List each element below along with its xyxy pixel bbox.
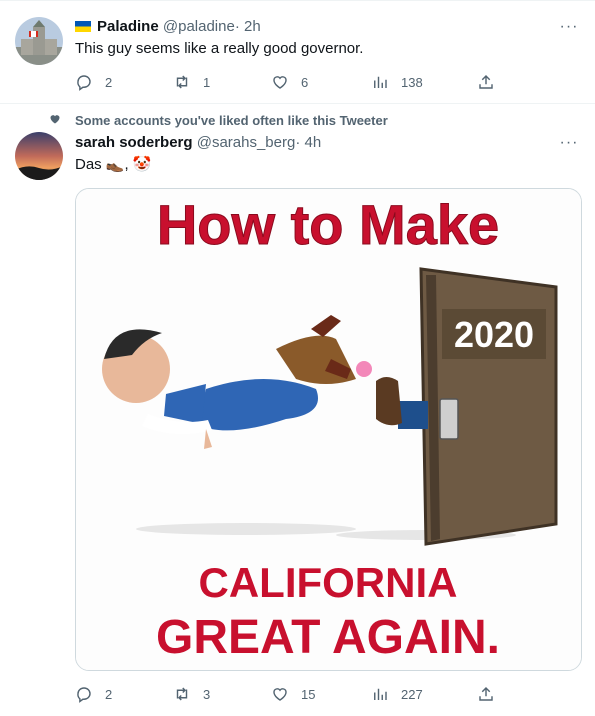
more-options-icon[interactable]: ···	[559, 133, 579, 153]
ukraine-flag-icon	[75, 21, 91, 32]
share-icon[interactable]	[477, 73, 495, 91]
avatar[interactable]	[15, 17, 63, 65]
reply-icon	[77, 75, 91, 91]
tweet-header: Paladine @paladine· 2h	[75, 17, 261, 37]
display-name[interactable]: Paladine	[97, 18, 159, 35]
like-count: 15	[301, 686, 316, 702]
reply-count: 2	[105, 74, 113, 90]
share-icon[interactable]	[477, 685, 495, 703]
view-count: 227	[401, 686, 423, 702]
like-button[interactable]: 15	[271, 682, 315, 706]
retweet-button[interactable]: 3	[173, 682, 210, 706]
avatar[interactable]	[15, 132, 63, 180]
meme-footer-line2: GREAT AGAIN.	[156, 611, 500, 664]
retweet-button[interactable]: 1	[173, 70, 210, 94]
view-count: 138	[401, 74, 423, 90]
views-button[interactable]: 138	[371, 70, 423, 94]
like-button[interactable]: 6	[271, 70, 308, 94]
retweet-count: 1	[203, 74, 211, 90]
reply-button[interactable]: 2	[75, 70, 112, 94]
reply-icon	[77, 687, 91, 703]
heart-icon	[273, 76, 287, 89]
handle[interactable]: @sarahs_berg	[197, 134, 296, 151]
retweet-icon	[176, 75, 188, 89]
tweet-image[interactable]: How to Make 2020 CALIFORNIA GREAT AGAIN.	[75, 188, 582, 671]
timestamp[interactable]: 2h	[244, 18, 261, 35]
reply-button[interactable]: 2	[75, 682, 112, 706]
more-options-icon[interactable]: ···	[559, 17, 579, 37]
tweet-paladine[interactable]: Paladine @paladine· 2h ··· This guy seem…	[0, 0, 595, 103]
meme-illustration: How to Make 2020 CALIFORNIA GREAT AGAIN.	[76, 189, 581, 670]
views-icon	[374, 688, 387, 700]
like-count: 6	[301, 74, 309, 90]
tweet-header: sarah soderberg @sarahs_berg· 4h	[75, 133, 321, 153]
meme-footer-line1: CALIFORNIA	[199, 559, 458, 606]
display-name[interactable]: sarah soderberg	[75, 134, 193, 151]
heart-filled-icon	[50, 115, 60, 124]
reply-count: 2	[105, 686, 113, 702]
door-sign: 2020	[454, 314, 534, 355]
tweet-text: Das 👞, 🤡	[75, 156, 152, 173]
separator-dot: ·	[234, 18, 240, 35]
views-button[interactable]: 227	[371, 682, 423, 706]
separator-dot: ·	[295, 134, 301, 151]
action-bar: 2 3 15 227	[75, 682, 495, 706]
meme-headline: How to Make	[157, 193, 499, 256]
views-icon	[374, 76, 387, 88]
social-context[interactable]: Some accounts you've liked often like th…	[75, 113, 388, 128]
timestamp[interactable]: 4h	[305, 134, 322, 151]
action-bar: 2 1 6 138	[75, 70, 495, 94]
retweet-count: 3	[203, 686, 211, 702]
handle[interactable]: @paladine	[163, 18, 235, 35]
retweet-icon	[176, 687, 188, 701]
avatar-image	[15, 132, 63, 180]
tweet-text: This guy seems like a really good govern…	[75, 40, 364, 57]
avatar-image	[15, 17, 63, 65]
heart-icon	[273, 688, 287, 701]
